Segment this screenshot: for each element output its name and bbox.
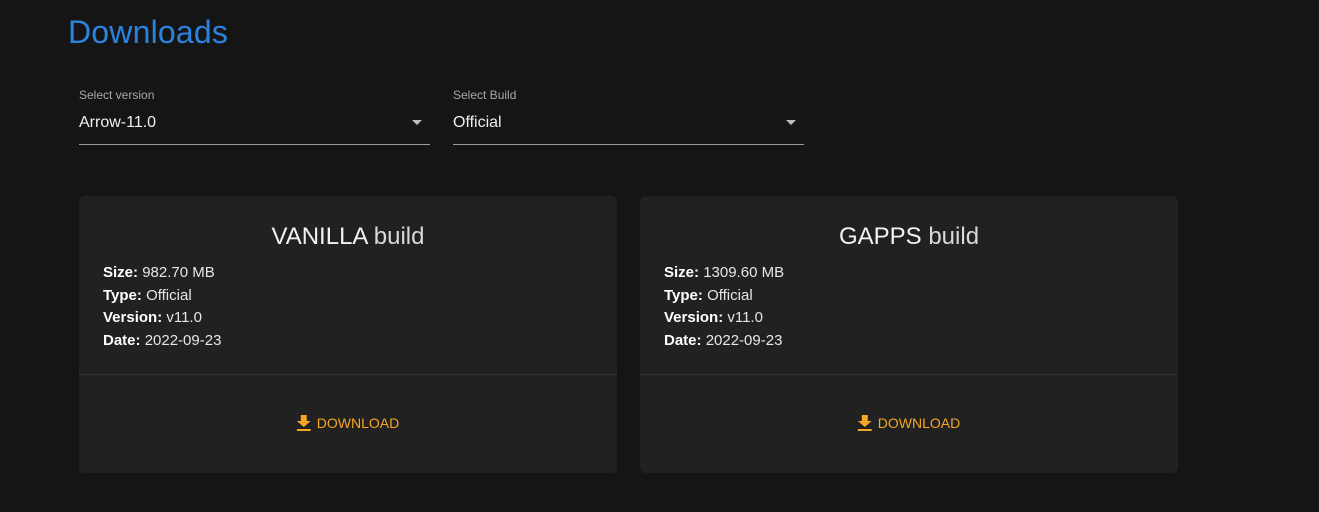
version-select-value[interactable]: Arrow-11.0 bbox=[79, 114, 156, 132]
card-variant: GAPPS bbox=[838, 223, 922, 250]
download-icon bbox=[296, 415, 311, 431]
card-title: GAPPS build bbox=[640, 223, 1178, 251]
download-label[interactable]: DOWNLOAD bbox=[317, 415, 399, 431]
date-label: Date: bbox=[664, 331, 702, 349]
card-variant: VANILLA bbox=[271, 223, 368, 250]
card-suffix: build bbox=[928, 223, 980, 250]
page-title: Downloads bbox=[68, 14, 229, 50]
build-select-value[interactable]: Official bbox=[453, 114, 502, 132]
build-card-vanilla: VANILLA build Size: 982.70 MB Type: Offi… bbox=[79, 196, 617, 473]
download-icon bbox=[857, 415, 872, 431]
version-label: Version: bbox=[103, 309, 163, 326]
card-divider bbox=[79, 374, 617, 375]
build-card-gapps: GAPPS build Size: 1309.60 MB Type: Offic… bbox=[640, 196, 1178, 473]
download-button-vanilla[interactable]: DOWNLOAD bbox=[296, 415, 399, 431]
type-label: Type: bbox=[103, 286, 142, 304]
version-select-label: Select version bbox=[79, 88, 155, 102]
caret-down-icon[interactable] bbox=[412, 120, 422, 125]
card-details: Size: 982.70 MB Type: Official Version: … bbox=[103, 262, 221, 352]
version-value: v11.0 bbox=[166, 309, 202, 326]
build-select-label: Select Build bbox=[453, 88, 517, 102]
version-label: Version: bbox=[664, 309, 724, 326]
date-label: Date: bbox=[103, 331, 141, 349]
card-divider bbox=[640, 374, 1178, 375]
size-label: Size: bbox=[103, 264, 139, 281]
card-suffix: build bbox=[373, 223, 425, 250]
card-title: VANILLA build bbox=[79, 223, 617, 251]
size-label: Size: bbox=[664, 264, 700, 281]
caret-down-icon[interactable] bbox=[786, 120, 796, 125]
type-label: Type: bbox=[664, 286, 703, 304]
type-value: Official bbox=[146, 286, 192, 304]
type-value: Official bbox=[707, 286, 753, 304]
date-value: 2022-09-23 bbox=[144, 331, 222, 349]
version-select[interactable]: Select version Arrow-11.0 bbox=[79, 86, 430, 145]
download-label[interactable]: DOWNLOAD bbox=[878, 415, 960, 431]
version-value: v11.0 bbox=[727, 309, 763, 326]
card-details: Size: 1309.60 MB Type: Official Version:… bbox=[664, 262, 784, 352]
build-select[interactable]: Select Build Official bbox=[453, 86, 804, 145]
download-button-gapps[interactable]: DOWNLOAD bbox=[857, 415, 960, 431]
size-value: 982.70 MB bbox=[142, 264, 215, 281]
date-value: 2022-09-23 bbox=[705, 331, 783, 349]
size-value: 1309.60 MB bbox=[703, 264, 785, 281]
